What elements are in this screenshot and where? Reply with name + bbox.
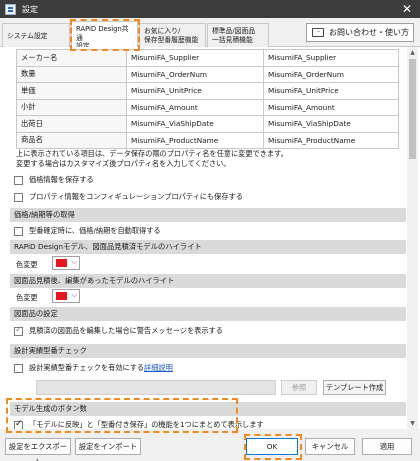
tab-label: RAPiD Design共通 <box>76 25 129 42</box>
auto-fetch-price-checkbox[interactable]: 型番確定時に、価格/納期を自動取得する <box>14 226 161 236</box>
tab-favorites-history[interactable]: お気に入り/ 保存型番履歴機能 <box>139 23 206 47</box>
scroll-down-icon[interactable]: ▼ <box>407 418 418 429</box>
tab-label: 保存型番履歴機能 <box>144 35 199 44</box>
tab-label: 標準品/図面品 <box>212 27 256 35</box>
table-row: メーカー名 MisumiFA_Supplier MisumiFA_Supplie… <box>16 49 399 67</box>
save-price-checkbox[interactable]: 価格情報を保存する <box>14 175 94 185</box>
property-input[interactable]: MisumiFA_ProductName <box>263 131 399 149</box>
tab-system-settings[interactable]: システム設定 <box>2 23 70 47</box>
table-cell: 出荷日 <box>16 115 127 133</box>
checkbox-label: 「モデルに反映」と「型番付き保存」の機能を1つにまとめて表示します <box>29 420 264 429</box>
tab-label: 一括見積機能 <box>212 35 253 44</box>
property-input[interactable]: MisumiFA_ViaShipDate <box>263 115 399 133</box>
checkbox-label: 見積済の図面品を編集した場合に警告メッセージを表示する <box>29 326 223 335</box>
table-cell: MisumiFA_OrderNum <box>126 65 264 83</box>
color-swatch <box>56 259 67 267</box>
chevron-down-icon: ⌵ <box>71 291 77 299</box>
template-create-button[interactable]: テンプレート作成 <box>323 380 386 395</box>
checkbox-label: 型番確定時に、価格/納期を自動取得する <box>29 226 161 235</box>
table-cell: MisumiFA_Amount <box>126 98 264 116</box>
table-row: 単価 MisumiFA_UnitPrice MisumiFA_UnitPrice <box>16 82 399 100</box>
export-settings-button[interactable]: 設定をエクスポート <box>5 438 71 461</box>
enable-design-check-checkbox[interactable]: 設計実績型番チェックを有効にする <box>14 363 144 373</box>
checkbox-box[interactable] <box>14 419 23 429</box>
section-header-button-count: モデル生成のボタン数 <box>10 402 406 416</box>
table-row: 出荷日 MisumiFA_ViaShipDate MisumiFA_ViaShi… <box>16 115 399 133</box>
table-cell: 数量 <box>16 65 127 83</box>
details-link[interactable]: 詳細説明 <box>144 363 173 373</box>
table-row: 小計 MisumiFA_Amount MisumiFA_Amount <box>16 98 399 116</box>
checkbox-label: 設計実績型番チェックを有効にする <box>29 363 145 372</box>
tab-bulk-quote[interactable]: 標準品/図面品 一括見積機能 <box>207 23 269 47</box>
tab-rapid-design-common[interactable]: RAPiD Design共通 設定 <box>71 21 138 50</box>
section-header-price-fetch: 価格/納期等の取得 <box>10 208 406 222</box>
table-cell: MisumiFA_ProductName <box>126 131 264 149</box>
table-row: 数量 MisumiFA_OrderNum MisumiFA_OrderNum <box>16 65 399 83</box>
section-header-drawing-settings: 図面品の設定 <box>10 307 406 321</box>
property-name-table: メーカー名 MisumiFA_Supplier MisumiFA_Supplie… <box>16 49 399 149</box>
contact-help-button[interactable]: ... お問い合わせ・使い方 <box>306 23 414 42</box>
table-cell: 単価 <box>16 82 127 100</box>
table-cell: MisumiFA_UnitPrice <box>126 82 264 100</box>
table-cell: 商品名 <box>16 131 127 149</box>
title-bar: 設定 ✕ <box>0 0 420 18</box>
checkbox-box[interactable] <box>14 325 23 336</box>
scroll-thumb[interactable] <box>409 59 416 159</box>
combine-buttons-checkbox[interactable]: 「モデルに反映」と「型番付き保存」の機能を1つにまとめて表示します <box>14 419 264 429</box>
color-change-label: 色変更 <box>16 260 38 269</box>
checkbox-label: 価格情報を保存する <box>29 175 94 184</box>
contact-help-label: お問い合わせ・使い方 <box>329 28 409 37</box>
template-path-input[interactable] <box>36 380 276 395</box>
checkbox-label: プロパティ情報をコンフィギュレーションプロパティにも保存する <box>29 192 243 201</box>
cancel-button[interactable]: キャンセル <box>305 438 355 455</box>
section-header-design-check: 設計実績型番チェック <box>10 344 406 358</box>
checkbox-box[interactable] <box>14 226 23 236</box>
warn-on-edit-checkbox[interactable]: 見積済の図面品を編集した場合に警告メッセージを表示する <box>14 325 223 336</box>
color-change-label: 色変更 <box>16 293 38 302</box>
highlight-color-picker[interactable]: ⌵ <box>52 256 80 270</box>
chat-icon: ... <box>312 28 324 37</box>
import-settings-button[interactable]: 設定をインポート <box>75 438 141 455</box>
checkbox-box[interactable] <box>14 175 23 185</box>
checkbox-box[interactable] <box>14 192 23 202</box>
dialog-footer: 設定をエクスポート 設定をインポート OK キャンセル 適用 <box>0 429 420 461</box>
ok-button[interactable]: OK <box>246 438 298 455</box>
table-cell: メーカー名 <box>16 49 127 67</box>
browse-button[interactable]: 参照 <box>281 380 317 395</box>
vertical-scrollbar[interactable]: ▲ ▼ <box>407 47 418 429</box>
section-header-highlight-quoted: RAPiD Designモデル、図面品見積済モデルのハイライト <box>10 240 406 254</box>
property-input[interactable]: MisumiFA_Supplier <box>263 49 399 67</box>
settings-panel: メーカー名 MisumiFA_Supplier MisumiFA_Supplie… <box>2 47 406 429</box>
table-cell: MisumiFA_Supplier <box>126 49 264 67</box>
table-cell: 小計 <box>16 98 127 116</box>
property-input[interactable]: MisumiFA_UnitPrice <box>263 82 399 100</box>
chevron-down-icon: ⌵ <box>71 258 77 266</box>
apply-button[interactable]: 適用 <box>362 438 412 455</box>
tab-label: お気に入り/ <box>144 27 181 35</box>
property-input[interactable]: MisumiFA_Amount <box>263 98 399 116</box>
property-input[interactable]: MisumiFA_OrderNum <box>263 65 399 83</box>
scroll-up-icon[interactable]: ▲ <box>407 47 418 58</box>
note-line: 上に表示されている項目は、データ保存の際のプロパティ名を任意に変更できます。 <box>16 149 288 158</box>
section-header-highlight-edited: 図面品見積後、編集があったモデルのハイライト <box>10 274 406 288</box>
checkbox-box[interactable] <box>14 363 23 373</box>
table-cell: MisumiFA_ViaShipDate <box>126 115 264 133</box>
edited-highlight-color-picker[interactable]: ⌵ <box>52 289 80 303</box>
table-row: 商品名 MisumiFA_ProductName MisumiFA_Produc… <box>16 131 399 149</box>
tab-label: システム設定 <box>7 32 48 40</box>
settings-app-icon <box>5 3 16 15</box>
color-swatch <box>56 292 67 300</box>
note-line: 変更する場合はカスタマイズ後プロパティ名を入力してください。 <box>16 158 231 168</box>
window-title: 設定 <box>22 4 38 14</box>
close-icon[interactable]: ✕ <box>400 1 414 17</box>
save-config-property-checkbox[interactable]: プロパティ情報をコンフィギュレーションプロパティにも保存する <box>14 192 243 202</box>
property-note: 上に表示されている項目は、データ保存の際のプロパティ名を任意に変更できます。 変… <box>16 149 288 168</box>
